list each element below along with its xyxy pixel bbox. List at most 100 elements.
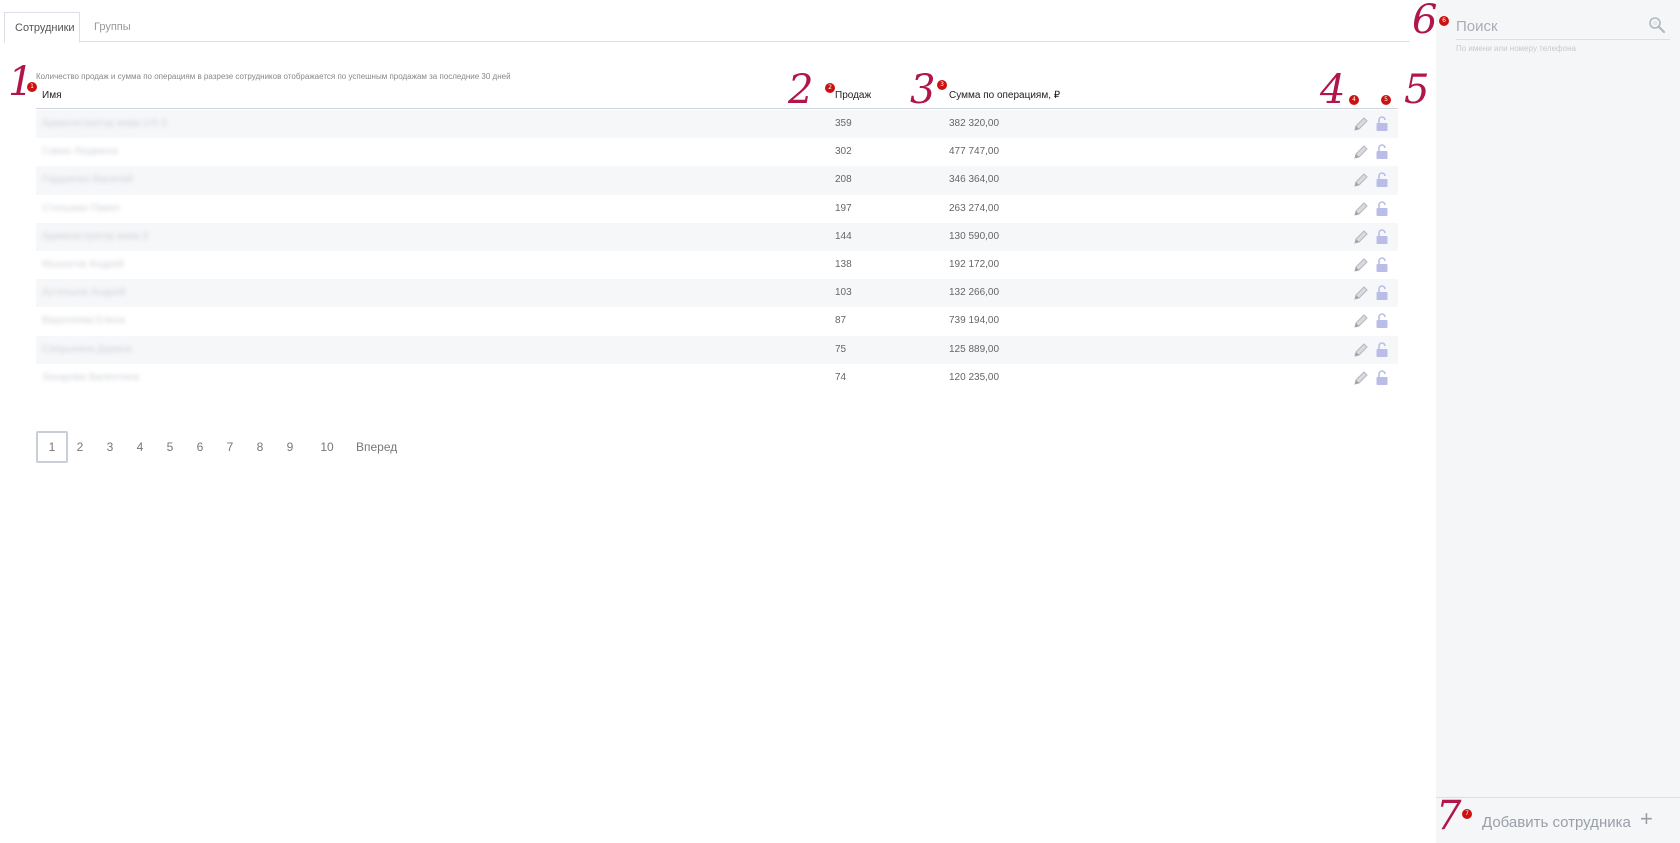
operations-sum: 382 320,00: [949, 118, 1000, 129]
annotation-marker-5: 5: [1381, 95, 1391, 105]
app-root: Сотрудники Группы Количество продаж и су…: [0, 0, 1680, 843]
page-5-button[interactable]: 5: [162, 431, 178, 463]
lock-icon[interactable]: [1373, 115, 1391, 133]
page-7-button[interactable]: 7: [222, 431, 238, 463]
sales-count: 138: [835, 258, 852, 270]
table-body: Администратор жива стб 3 359 382 320,00 Сав…: [36, 110, 1398, 392]
lock-icon[interactable]: [1373, 312, 1391, 330]
lock-icon[interactable]: [1373, 256, 1391, 274]
annotation-number-6: 6: [1412, 0, 1438, 43]
employee-name[interactable]: Захарова Валентина: [42, 372, 139, 383]
table-row[interactable]: Администратор жива стб 3 359 382 320,00: [36, 110, 1398, 139]
annotation-marker-2: 2: [825, 83, 835, 93]
employee-name[interactable]: Савин Людмила: [42, 146, 118, 157]
lock-icon[interactable]: [1373, 200, 1391, 218]
search-input[interactable]: [1456, 14, 1646, 38]
table-row[interactable]: Стельман Павел 197 263 274,00: [36, 195, 1398, 223]
tab-employees[interactable]: Сотрудники: [4, 12, 80, 43]
operations-sum: 120 235,00: [949, 371, 1000, 383]
annotation-number-7: 7: [1436, 793, 1462, 839]
page-10-button[interactable]: 10: [314, 431, 340, 463]
sidebar: По имени или номеру телефона Добавить со…: [1436, 0, 1680, 843]
page-8-button[interactable]: 8: [252, 431, 268, 463]
employee-name[interactable]: Сапрыкина Дарина: [42, 344, 131, 355]
pencil-icon[interactable]: [1352, 228, 1370, 246]
annotation-marker-1: 1: [27, 82, 37, 92]
pencil-icon[interactable]: [1352, 369, 1370, 387]
table-row[interactable]: Мышатов Андрей 138 192 172,00: [36, 251, 1398, 279]
table-row[interactable]: Гордиенко Василий 208 346 364,00: [36, 166, 1398, 195]
add-employee-label: Добавить сотрудника: [1482, 814, 1631, 831]
operations-sum: 192 172,00: [949, 258, 1000, 270]
info-text: Количество продаж и сумма по операциям в…: [36, 72, 511, 81]
tab-bar: Сотрудники Группы: [4, 12, 1410, 43]
annotation-marker-7: 7: [1462, 809, 1472, 819]
page-4-button[interactable]: 4: [132, 431, 148, 463]
employee-name[interactable]: Видолеева Елена: [42, 315, 125, 326]
pencil-icon[interactable]: [1352, 171, 1370, 189]
search-hint: По имени или номеру телефона: [1456, 44, 1576, 53]
operations-sum: 132 266,00: [949, 287, 1000, 299]
next-page-button[interactable]: Вперед: [356, 431, 397, 463]
pencil-icon[interactable]: [1352, 341, 1370, 359]
operations-sum: 130 590,00: [949, 230, 1000, 242]
employee-name[interactable]: Мышатов Андрей: [42, 259, 124, 270]
search-box: [1456, 12, 1670, 40]
operations-sum: 125 889,00: [949, 343, 1000, 355]
annotation-marker-6: 6: [1439, 16, 1449, 26]
sales-count: 197: [835, 202, 852, 214]
page-1-button[interactable]: 1: [36, 431, 68, 463]
sales-count: 103: [835, 287, 852, 299]
table-header: Имя Продаж Сумма по операциям, ₽: [36, 86, 1398, 109]
annotation-number-5: 5: [1404, 67, 1430, 113]
pencil-icon[interactable]: [1352, 200, 1370, 218]
page-6-button[interactable]: 6: [192, 431, 208, 463]
annotation-number-3: 3: [910, 67, 936, 113]
table-row[interactable]: Савин Людмила 302 477 747,00: [36, 138, 1398, 166]
pencil-icon[interactable]: [1352, 143, 1370, 161]
page-3-button[interactable]: 3: [102, 431, 118, 463]
page-9-button[interactable]: 9: [282, 431, 298, 463]
tab-groups[interactable]: Группы: [84, 12, 141, 43]
operations-sum: 739 194,00: [949, 315, 1000, 327]
pencil-icon[interactable]: [1352, 312, 1370, 330]
table-row[interactable]: Сапрыкина Дарина 75 125 889,00: [36, 335, 1398, 364]
plus-icon: +: [1640, 806, 1653, 831]
table-row[interactable]: Видолеева Елена 87 739 194,00: [36, 307, 1398, 335]
lock-icon[interactable]: [1373, 143, 1391, 161]
lock-icon[interactable]: [1373, 369, 1391, 387]
annotation-marker-3: 3: [937, 80, 947, 90]
lock-icon[interactable]: [1373, 171, 1391, 189]
employee-name[interactable]: Гордиенко Василий: [42, 174, 133, 185]
employee-name[interactable]: Аутеншев Андрей: [42, 287, 126, 298]
employee-name[interactable]: Администратор жива 8: [42, 231, 148, 242]
sales-count: 302: [835, 146, 852, 158]
table-row[interactable]: Аутеншев Андрей 103 132 266,00: [36, 279, 1398, 308]
lock-icon[interactable]: [1373, 284, 1391, 302]
table-row[interactable]: Захарова Валентина 74 120 235,00: [36, 364, 1398, 392]
pencil-icon[interactable]: [1352, 256, 1370, 274]
employee-name[interactable]: Стельман Павел: [42, 203, 120, 214]
sales-count: 208: [835, 174, 852, 186]
sales-count: 75: [835, 343, 847, 355]
page-2-button[interactable]: 2: [72, 431, 88, 463]
table-row[interactable]: Администратор жива 8 144 130 590,00: [36, 222, 1398, 251]
sales-count: 74: [835, 371, 847, 383]
search-icon[interactable]: [1648, 16, 1666, 34]
sales-count: 144: [835, 230, 852, 242]
annotation-number-4: 4: [1320, 67, 1346, 113]
sales-count: 87: [835, 315, 847, 327]
employee-name[interactable]: Администратор жива стб 3: [42, 118, 166, 129]
annotation-number-2: 2: [788, 67, 814, 113]
column-header-sum[interactable]: Сумма по операциям, ₽: [949, 90, 1060, 101]
lock-icon[interactable]: [1373, 228, 1391, 246]
add-employee-button[interactable]: Добавить сотрудника +: [1436, 797, 1680, 843]
lock-icon[interactable]: [1373, 341, 1391, 359]
operations-sum: 263 274,00: [949, 202, 1000, 214]
column-header-name[interactable]: Имя: [42, 90, 61, 101]
pencil-icon[interactable]: [1352, 115, 1370, 133]
operations-sum: 346 364,00: [949, 174, 1000, 186]
column-header-sales[interactable]: Продаж: [835, 90, 871, 101]
main-panel: Сотрудники Группы Количество продаж и су…: [0, 0, 1436, 843]
pencil-icon[interactable]: [1352, 284, 1370, 302]
